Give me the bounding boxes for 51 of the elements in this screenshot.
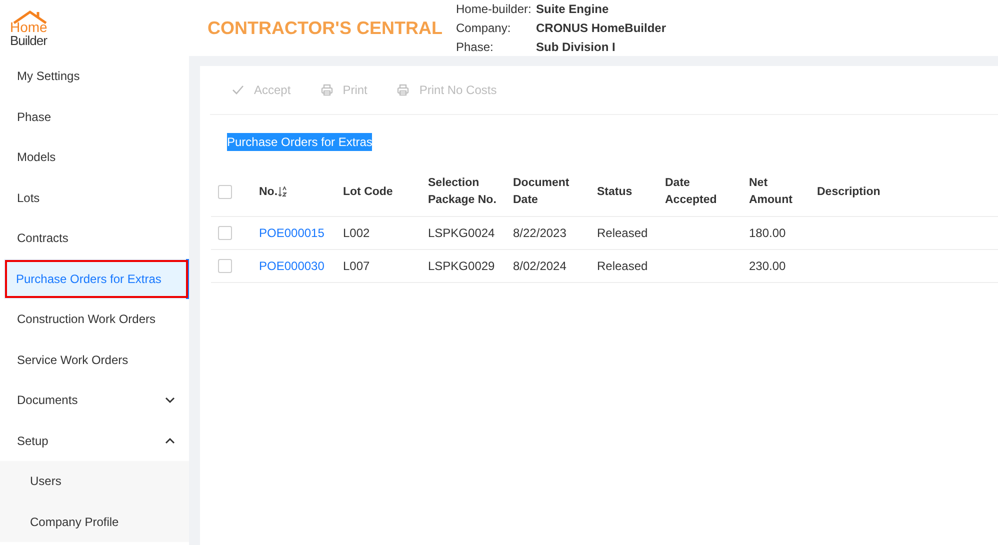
sidebar-item[interactable]: Company Profile [0, 502, 189, 542]
order-link[interactable]: POE000030 [259, 258, 324, 272]
table-cell: L007 [343, 258, 370, 272]
order-link[interactable]: POE000015 [259, 226, 324, 240]
sidebar-item[interactable]: Models [0, 137, 189, 178]
column-header[interactable]: No. [259, 186, 278, 198]
sidebar-item[interactable]: Setup [0, 420, 189, 461]
checkbox[interactable] [218, 226, 232, 240]
column-header: Description [817, 186, 880, 198]
info-label: Home-builder: [456, 1, 532, 18]
column-header: Selection Package No. [428, 177, 496, 206]
logo-text: Home [10, 20, 48, 34]
sort-icon[interactable] [278, 186, 287, 198]
check-icon [232, 85, 244, 95]
sidebar-item[interactable]: Construction Work Orders [0, 299, 189, 340]
table-cell: LSPKG0024 [428, 226, 495, 240]
table-cell: LSPKG0029 [428, 258, 495, 272]
table-cell: 230.00 [749, 258, 786, 272]
chevron-icon [165, 436, 175, 446]
sidebar-item[interactable]: Service Work Orders [0, 340, 189, 380]
table-cell: Released [597, 258, 648, 272]
info-value: Sub Division I [536, 39, 616, 56]
sidebar-item[interactable]: Phase [0, 96, 189, 137]
column-header: Document Date [513, 177, 570, 206]
info-value: CRONUS HomeBuilder [536, 20, 666, 37]
info-label: Phase: [456, 39, 494, 56]
app-title: CONTRACTOR'S CENTRAL [206, 16, 444, 40]
info-value: Suite Engine [536, 1, 610, 18]
column-header: Net Amount [749, 177, 792, 206]
table-cell: 8/02/2024 [513, 258, 566, 272]
logo-text: Builder [10, 34, 48, 46]
checkbox[interactable] [218, 184, 232, 199]
sidebar-item[interactable]: Users [0, 461, 189, 502]
sidebar-item[interactable]: Lots [0, 178, 189, 218]
sidebar-item[interactable]: Contracts [0, 218, 189, 258]
chevron-icon [165, 395, 175, 406]
sidebar-item[interactable]: Purchase Orders for Extras [4, 258, 189, 299]
checkbox[interactable] [218, 259, 232, 274]
column-header: Lot Code [343, 186, 393, 198]
printer-icon [397, 84, 410, 96]
table-cell: Released [597, 226, 648, 240]
sidebar-item[interactable]: My Settings [0, 56, 189, 96]
table-cell: L002 [343, 226, 370, 240]
info-label: Company: [456, 20, 512, 37]
table-cell: 8/22/2023 [513, 226, 566, 240]
column-header: Date Accepted [665, 177, 717, 206]
sidebar-item[interactable]: Documents [0, 380, 189, 420]
printer-icon [320, 84, 333, 96]
column-header: Status [597, 186, 632, 198]
page-title: Purchase Orders for Extras [227, 133, 372, 151]
table-cell: 180.00 [749, 226, 786, 240]
